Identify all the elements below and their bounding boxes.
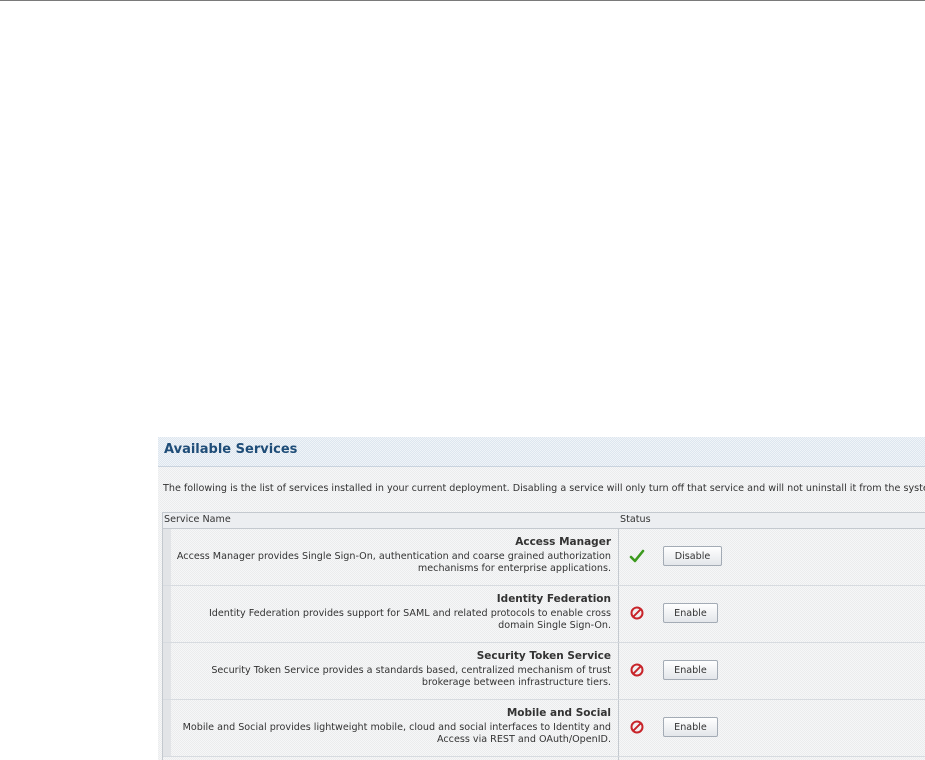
service-name: Access Manager	[515, 536, 611, 548]
check-icon	[629, 549, 645, 563]
table-row: Access Manager Access Manager provides S…	[163, 529, 925, 586]
column-header-status[interactable]: Status	[620, 514, 651, 525]
disabled-icon	[630, 606, 644, 620]
table-row: Identity Federation Identity Federation …	[163, 586, 925, 643]
table-row: Security Token Service Security Token Se…	[163, 643, 925, 700]
available-services-panel: Available Services The following is the …	[158, 437, 925, 760]
intro-text: The following is the list of services in…	[163, 483, 925, 494]
row-gutter	[163, 700, 171, 756]
top-divider	[0, 0, 925, 1]
row-gutter	[163, 529, 171, 585]
table-header: Service Name Status	[163, 513, 925, 529]
enable-button[interactable]: Enable	[663, 660, 718, 680]
service-name: Identity Federation	[496, 593, 611, 605]
disabled-icon	[630, 720, 644, 734]
service-description: Security Token Service provides a standa…	[211, 665, 611, 688]
disable-button[interactable]: Disable	[663, 546, 722, 566]
service-description: Mobile and Social provides lightweight m…	[182, 722, 611, 745]
enable-button[interactable]: Enable	[663, 603, 718, 623]
enable-button[interactable]: Enable	[663, 717, 718, 737]
row-gutter	[163, 586, 171, 642]
services-table: Service Name Status Access Manager Acces…	[162, 512, 925, 760]
panel-title: Available Services	[164, 442, 298, 457]
column-header-service-name[interactable]: Service Name	[164, 514, 231, 525]
service-description: Identity Federation provides support for…	[208, 608, 611, 631]
service-name: Security Token Service	[476, 650, 611, 662]
row-gutter	[163, 643, 171, 699]
table-row: Mobile and Social Mobile and Social prov…	[163, 700, 925, 757]
panel-header: Available Services	[158, 437, 925, 467]
service-name: Mobile and Social	[506, 707, 611, 719]
service-description: Access Manager provides Single Sign-On, …	[176, 551, 611, 574]
disabled-icon	[630, 663, 644, 677]
